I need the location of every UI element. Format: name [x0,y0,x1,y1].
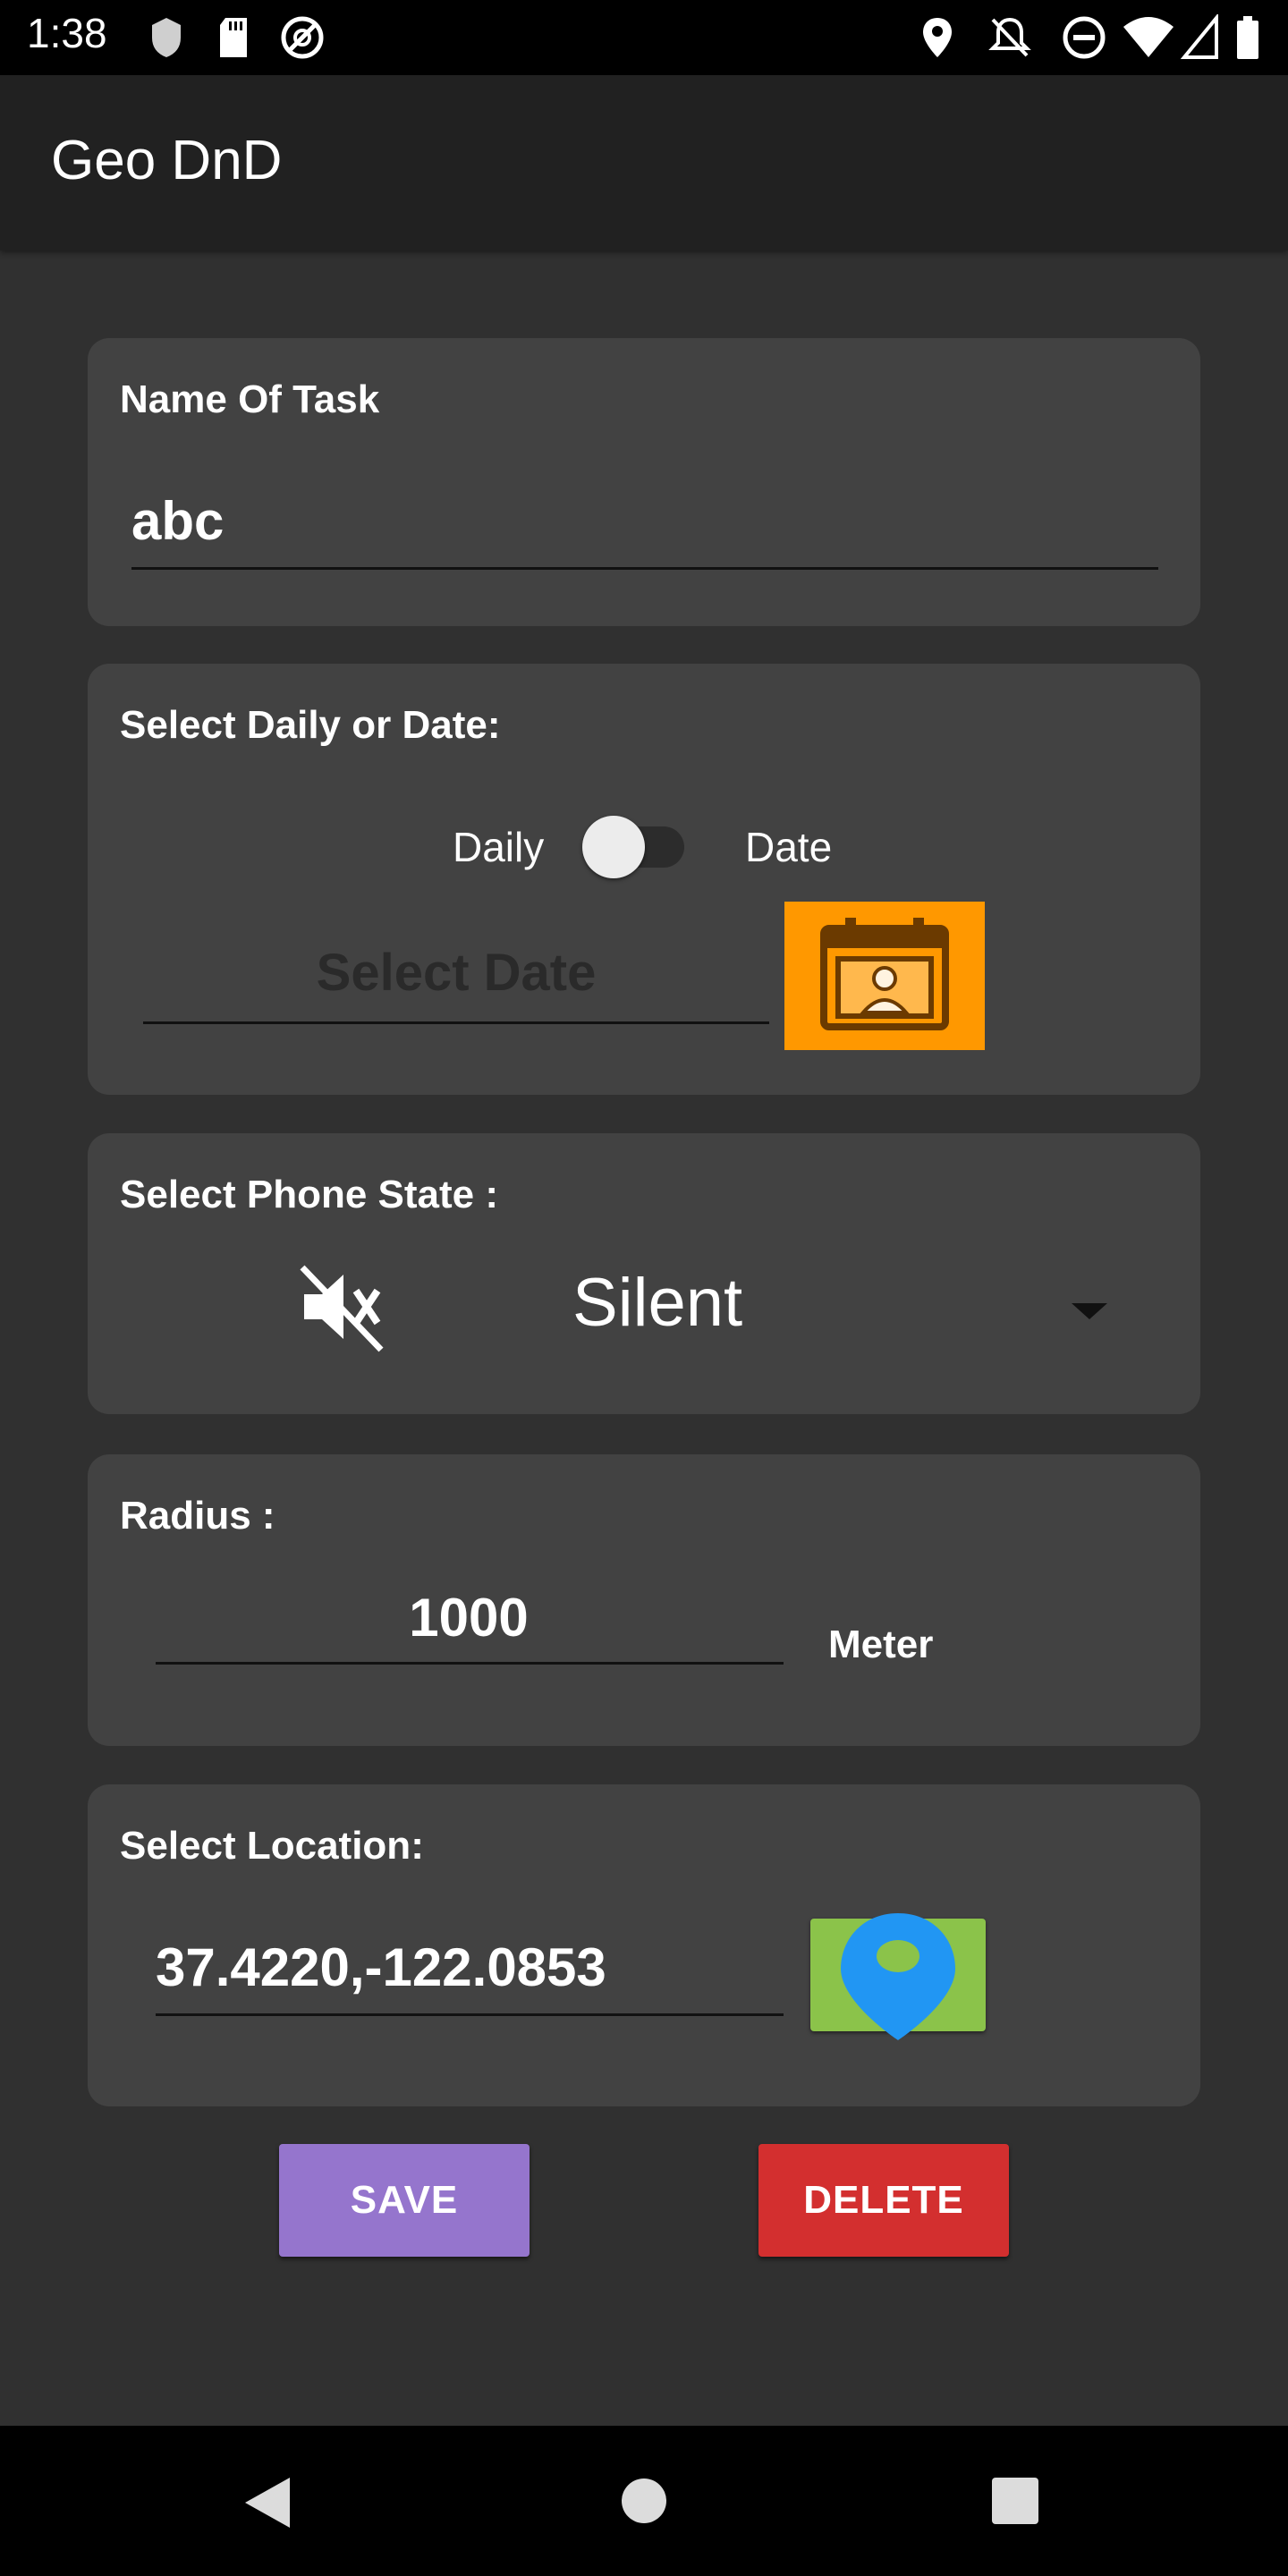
back-icon[interactable] [242,2474,295,2531]
phone-state-label: Select Phone State : [120,1173,499,1216]
phone-state-dropdown[interactable]: Silent [463,1250,1170,1357]
schedule-label: Select Daily or Date: [120,703,501,747]
alarm-off-icon [988,17,1031,57]
task-name-label: Name Of Task [120,377,380,421]
volume-off-icon [300,1265,384,1352]
wifi-icon [1123,17,1174,57]
location-input[interactable]: 37.4220,-122.0853 [156,1936,606,1998]
blocked-at-icon [281,16,324,59]
recents-icon[interactable] [992,2478,1038,2524]
save-button[interactable]: SAVE [279,2144,530,2257]
radius-unit: Meter [828,1623,934,1666]
phone-state-card: Select Phone State : Silent [88,1133,1200,1414]
dropdown-arrow-icon [1072,1303,1107,1319]
navigation-bar [0,2426,1288,2576]
calendar-contact-icon [820,918,949,1030]
location-icon [923,18,952,57]
schedule-card: Select Daily or Date: Daily Date Select … [88,664,1200,1095]
daily-date-switch[interactable] [582,811,690,883]
status-time: 1:38 [27,10,107,56]
sd-card-icon [220,18,247,57]
shield-notification-icon [152,18,181,57]
task-name-card: Name Of Task abc [88,338,1200,626]
location-underline [156,2013,784,2016]
battery-icon [1237,16,1258,59]
select-date-input[interactable]: Select Date [143,943,769,1003]
dnd-icon [1063,16,1106,59]
radius-input[interactable]: 1000 [156,1587,782,1648]
status-bar: 1:38 [0,0,1288,75]
app-title: Geo DnD [51,130,283,191]
app-bar: Geo DnD [0,75,1288,250]
task-name-underline [131,567,1158,570]
radius-underline [156,1662,784,1665]
calendar-button[interactable] [784,902,985,1050]
task-name-input[interactable]: abc [131,490,224,552]
date-option-label: Date [745,824,833,870]
map-pin-icon [841,1913,955,2040]
phone-state-selected: Silent [572,1265,743,1341]
daily-option-label: Daily [453,824,545,870]
radius-card: Radius : 1000 Meter [88,1454,1200,1746]
location-card: Select Location: 37.4220,-122.0853 [88,1784,1200,2106]
radius-label: Radius : [120,1494,275,1538]
signal-icon [1181,14,1218,59]
location-label: Select Location: [120,1824,424,1868]
map-picker-button[interactable] [810,1913,986,2040]
delete-button[interactable]: DELETE [758,2144,1009,2257]
select-date-underline [143,1021,769,1024]
switch-thumb [582,816,645,878]
home-icon[interactable] [621,2478,667,2524]
